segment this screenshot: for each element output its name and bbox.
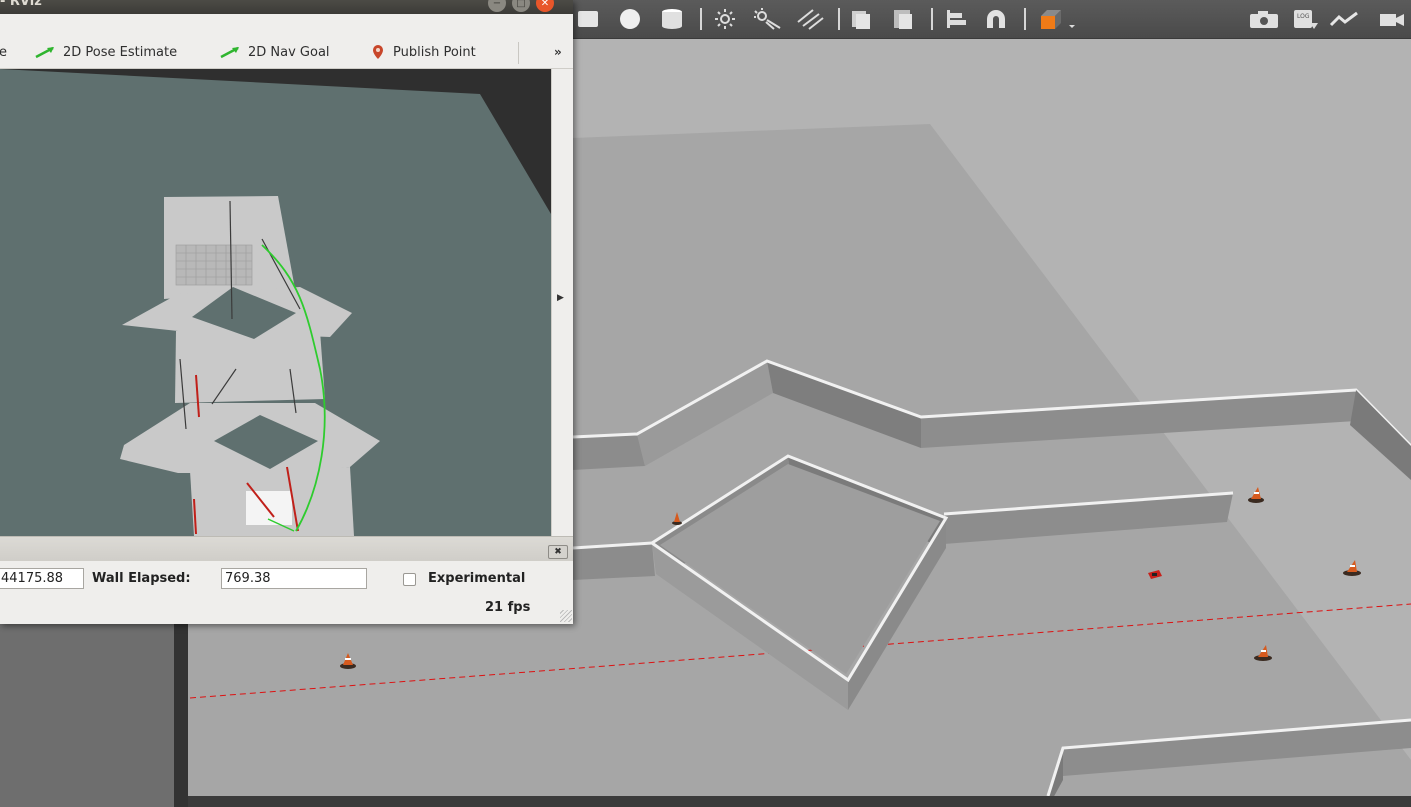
gazebo-bottom-bar	[188, 796, 1411, 807]
toolbar-separator	[518, 42, 519, 64]
align-icon[interactable]	[942, 9, 970, 29]
sphere-icon[interactable]	[613, 9, 647, 29]
pose-arrow-icon	[35, 46, 54, 59]
tool-label: 2D Nav Goal	[248, 44, 330, 60]
rviz-tool-bar: e 2D Pose Estimate 2D Nav Goal Publish P…	[0, 36, 573, 69]
time-panel-header: ✖	[0, 536, 573, 562]
tool-label: 2D Pose Estimate	[63, 44, 178, 60]
tool-label: Publish Point	[393, 44, 476, 60]
svg-text:LOG: LOG	[1297, 13, 1310, 20]
copy-icon[interactable]	[847, 9, 875, 29]
minimize-icon: −	[492, 0, 502, 9]
nav-goal-arrow-icon	[220, 46, 239, 59]
box-icon[interactable]	[573, 9, 603, 29]
time-panel-close-button[interactable]: ✖	[548, 545, 568, 559]
map-pin-icon	[373, 45, 383, 59]
close-button[interactable]: ✕	[536, 0, 554, 12]
ros-time-field[interactable]: 44175.88	[0, 568, 84, 589]
wall-elapsed-field[interactable]: 769.38	[221, 568, 367, 589]
plot-icon[interactable]	[1327, 9, 1361, 29]
tool-2d-nav-goal[interactable]: 2D Nav Goal	[219, 43, 330, 61]
status-bar: 21 fps	[0, 599, 573, 624]
tool-2d-pose-estimate[interactable]: 2D Pose Estimate	[34, 43, 177, 61]
map-view[interactable]	[0, 69, 551, 536]
paste-icon[interactable]	[889, 9, 917, 29]
cylinder-icon[interactable]	[657, 9, 687, 29]
toolbar-overflow-button[interactable]: »	[554, 45, 562, 59]
experimental-checkbox[interactable]	[403, 573, 416, 586]
close-icon: ✕	[540, 0, 550, 9]
fps-readout: 21 fps	[485, 600, 531, 615]
view-angle-icon[interactable]	[1034, 9, 1078, 29]
minimize-button[interactable]: −	[488, 0, 506, 12]
wall-elapsed-label: Wall Elapsed:	[92, 571, 191, 586]
spot-light-icon[interactable]	[751, 8, 783, 30]
maximize-button[interactable]: □	[512, 0, 530, 12]
rviz-titlebar[interactable]: - RViz − □ ✕	[0, 0, 573, 14]
rviz-menubar	[0, 14, 573, 36]
point-light-icon[interactable]	[710, 9, 740, 29]
gazebo-left-panel	[0, 622, 174, 807]
directional-light-icon[interactable]	[794, 9, 826, 30]
log-icon[interactable]: LOG	[1289, 9, 1321, 29]
video-record-icon[interactable]	[1373, 9, 1407, 29]
screenshot-icon[interactable]	[1247, 9, 1281, 29]
window-title: - RViz	[0, 0, 42, 9]
experimental-label: Experimental	[428, 571, 526, 586]
rviz-render-panel[interactable]	[0, 69, 551, 536]
rviz-window: - RViz − □ ✕ e 2D Pose Estimate 2D Nav G…	[0, 0, 573, 624]
expand-right-panel-icon[interactable]: ▶	[557, 293, 564, 303]
time-panel: 44175.88 Wall Elapsed: 769.38 Experiment…	[0, 561, 573, 599]
tool-publish-point[interactable]: Publish Point	[370, 43, 476, 61]
side-panel-collapsed: ▶	[551, 69, 573, 536]
gazebo-toolbar: LOG	[573, 0, 1411, 39]
resize-grip[interactable]	[560, 610, 572, 622]
tool-truncated[interactable]: e	[0, 43, 7, 61]
magnet-icon[interactable]	[981, 9, 1011, 29]
gazebo-panel-splitter[interactable]	[174, 622, 188, 807]
local-grid	[175, 244, 253, 286]
maximize-icon: □	[516, 0, 526, 9]
tool-truncated-label: e	[0, 44, 7, 60]
